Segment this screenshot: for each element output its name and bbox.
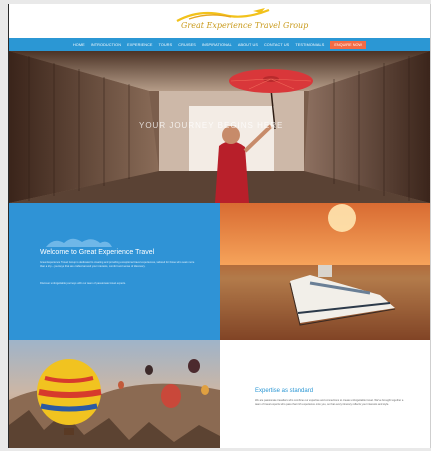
expertise-title: Expertise as standard — [255, 388, 314, 394]
browser-frame: Great Experience Travel Group Home Intro… — [8, 4, 431, 448]
nav-item-testimonials[interactable]: Testimonials — [295, 43, 324, 47]
cloud-decoration-icon — [46, 238, 112, 247]
expertise-text: We are passionate travellers who combine… — [255, 399, 404, 406]
hot-air-balloon-image — [9, 340, 220, 448]
logo-text: Great Experience Travel Group — [181, 21, 309, 30]
welcome-section: Welcome to Great Experience Travel Great… — [9, 203, 220, 340]
nav-item-tours[interactable]: Tours — [159, 43, 173, 47]
nav-item-contact[interactable]: Contact Us — [264, 43, 289, 47]
main-nav: Home Introduction Experience Tours Cruis… — [9, 38, 430, 51]
balloon-photo — [9, 340, 220, 448]
welcome-text: Great Experience Travel Group is dedicat… — [40, 261, 195, 268]
welcome-title: Welcome to Great Experience Travel — [40, 249, 155, 256]
nav-item-introduction[interactable]: Introduction — [91, 43, 121, 47]
enquire-button[interactable]: Enquire Now — [330, 40, 367, 49]
site-logo[interactable]: Great Experience Travel Group — [169, 7, 308, 35]
nav-item-home[interactable]: Home — [73, 43, 85, 47]
nav-item-experience[interactable]: Experience — [127, 43, 152, 47]
hero-tagline: Your Journey Begins Here — [139, 121, 284, 130]
site-header: Great Experience Travel Group — [9, 4, 430, 38]
cruise-ship-photo — [220, 203, 430, 340]
cruise-ship-image — [220, 203, 430, 340]
nav-item-cruises[interactable]: Cruises — [178, 43, 196, 47]
nav-item-inspirational[interactable]: Inspirational — [202, 43, 232, 47]
hero-banner: Your Journey Begins Here — [9, 51, 430, 203]
welcome-subtext: Discover unforgettable journeys with our… — [40, 282, 126, 285]
nav-item-about[interactable]: About Us — [238, 43, 258, 47]
expertise-section: Expertise as standard We are passionate … — [220, 340, 430, 448]
